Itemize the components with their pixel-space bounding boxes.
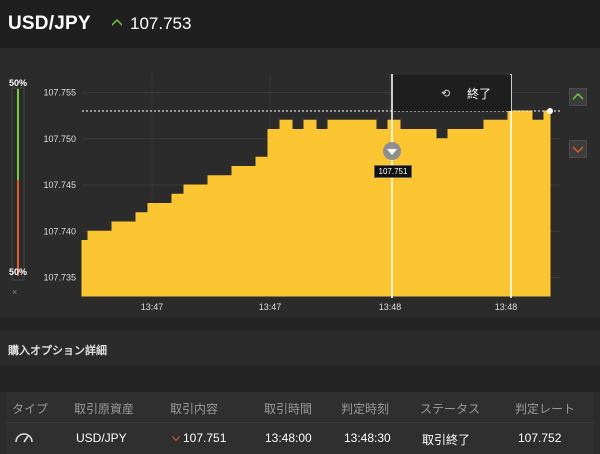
current-price: 107.753 <box>130 14 192 33</box>
details-table: タイプ 取引原資産 取引内容 取引時間 判定時刻 ステータス 判定レート USD… <box>6 392 594 454</box>
y-tick-label: 107.735 <box>43 273 76 283</box>
x-tick-label: 13:47 <box>259 302 282 312</box>
ratio-bar-low <box>17 180 19 276</box>
entry-price-label: 107.751 <box>374 165 412 178</box>
separator <box>0 366 600 392</box>
header: USD/JPY 107.753 <box>0 0 600 48</box>
details-header: 購入オプション詳細 <box>0 330 600 366</box>
col-type: タイプ <box>12 402 49 416</box>
col-time: 取引時間 <box>264 402 313 416</box>
arrow-down-icon <box>172 435 180 441</box>
end-banner: ⟲ 終了 <box>393 75 511 111</box>
details-title: 購入オプション詳細 <box>8 345 107 357</box>
table-header: タイプ 取引原資産 取引内容 取引時間 判定時刻 ステータス 判定レート <box>6 392 594 422</box>
low-button[interactable] <box>569 140 587 158</box>
low-arrow-icon <box>573 146 583 153</box>
price-chart[interactable]: 107.755 107.750 107.745 107.740 107.735 13:4… <box>0 48 600 318</box>
y-tick-label: 107.740 <box>43 226 76 236</box>
ratio-bar-high <box>17 89 19 184</box>
arrow-up-icon <box>112 19 122 26</box>
x-tick-label: 13:47 <box>141 302 164 312</box>
row-content: 107.751 <box>172 431 226 445</box>
row-rate: 107.752 <box>518 431 562 445</box>
separator <box>0 318 600 330</box>
low-ratio: 50% <box>9 267 28 277</box>
end-label: 終了 <box>467 87 492 101</box>
close-icon[interactable]: × <box>12 287 17 297</box>
y-tick-label: 107.750 <box>43 134 76 144</box>
x-tick-label: 13:48 <box>495 302 518 312</box>
high-arrow-icon <box>573 93 583 100</box>
x-tick-label: 13:48 <box>379 302 402 312</box>
row-content-value: 107.751 <box>183 431 227 445</box>
y-tick-label: 107.755 <box>43 88 76 98</box>
col-judge-time: 判定時刻 <box>341 402 390 416</box>
row-judge-time: 13:48:30 <box>344 431 391 445</box>
row-asset: USD/JPY <box>76 431 127 445</box>
asset-pair: USD/JPY <box>8 13 91 34</box>
col-asset: 取引原資産 <box>74 402 135 416</box>
history-icon: ⟲ <box>441 88 451 100</box>
row-status: 取引終了 <box>422 433 471 447</box>
entry-marker-icon <box>383 142 401 160</box>
high-ratio: 50% <box>9 78 28 88</box>
col-status: ステータス <box>420 402 481 416</box>
col-rate: 判定レート <box>515 402 576 416</box>
row-time: 13:48:00 <box>265 431 312 445</box>
current-price-dot <box>547 108 553 114</box>
y-tick-label: 107.745 <box>43 180 76 190</box>
gauge-icon <box>15 433 33 443</box>
table-row[interactable]: USD/JPY 107.751 13:48:00 13:48:30 取引終了 1… <box>6 422 594 454</box>
y-axis-ticks: 107.755 107.750 107.745 107.740 107.735 <box>43 88 76 283</box>
col-content: 取引内容 <box>170 402 219 416</box>
high-button[interactable] <box>569 88 587 106</box>
x-axis-ticks: 13:47 13:47 13:48 13:48 <box>141 302 518 312</box>
